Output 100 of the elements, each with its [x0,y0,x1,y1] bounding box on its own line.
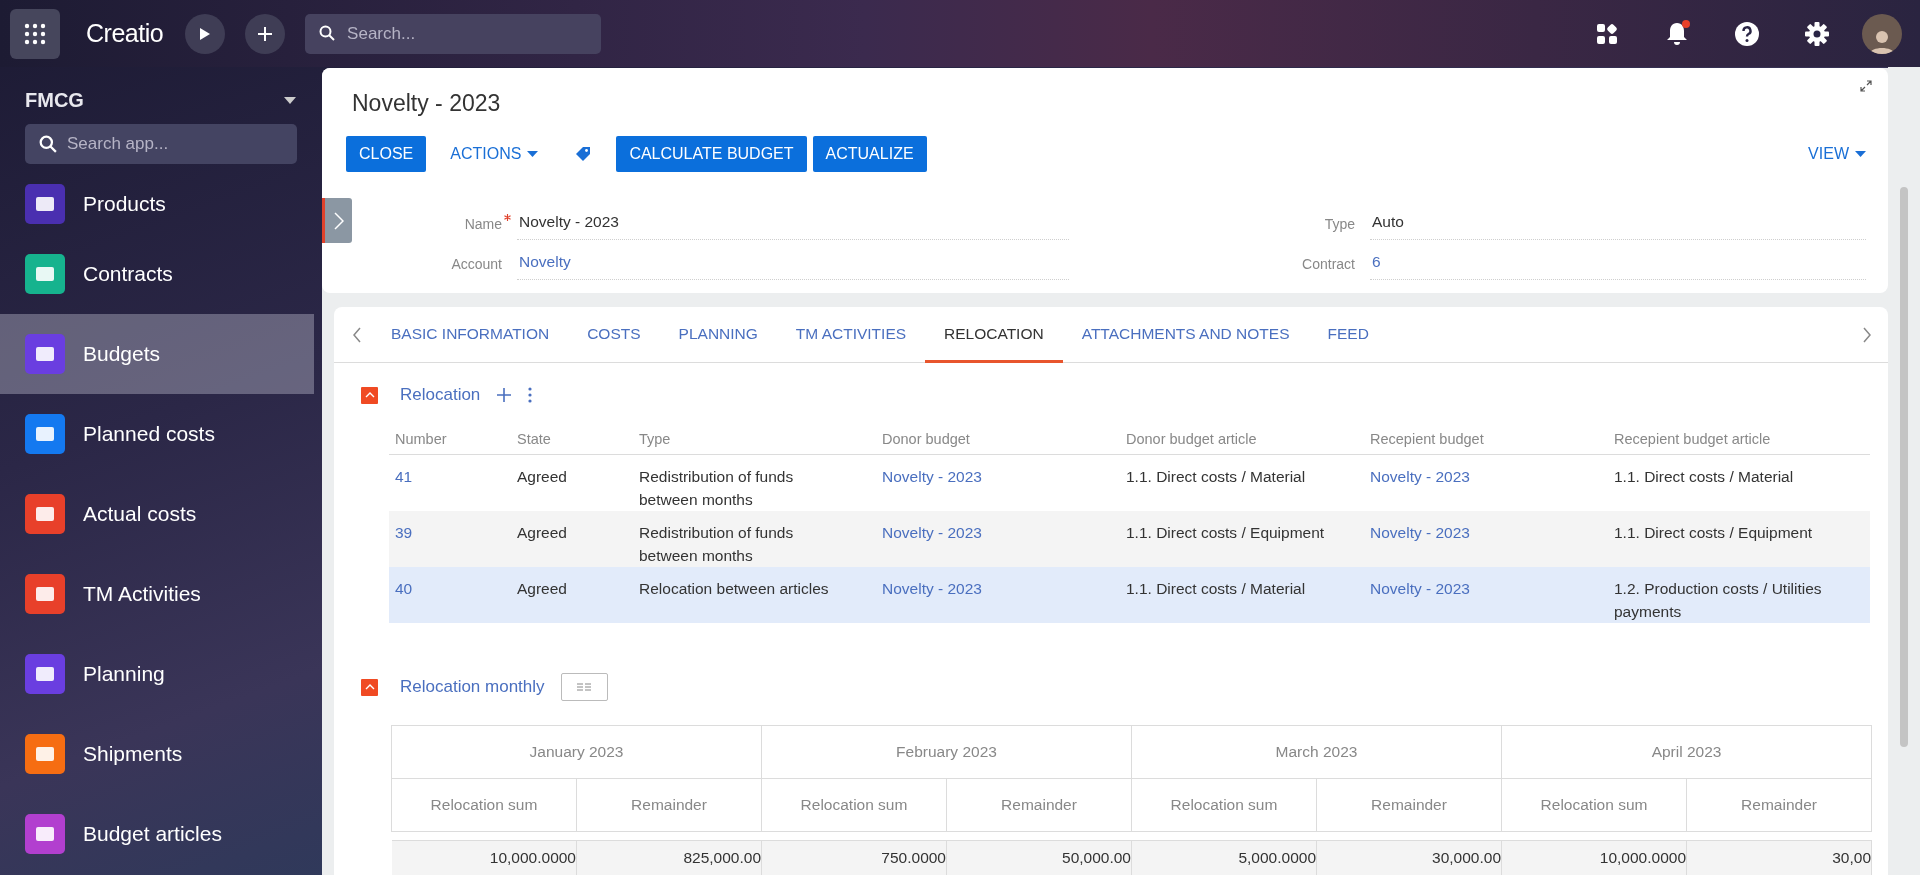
column-header: Remainder [1686,778,1872,832]
action-button[interactable]: CLOSE [346,136,427,172]
tab[interactable]: BASIC INFORMATION [372,307,569,363]
column-header[interactable]: Recepient budget article [1608,431,1870,447]
cell-link[interactable]: 39 [389,521,511,567]
view-menu-button[interactable]: VIEW [1790,136,1866,172]
month-header: February 2023 [761,725,1132,779]
plus-icon [258,26,273,41]
collapse-button[interactable] [361,678,378,696]
column-header[interactable]: Donor budget article [1120,431,1364,447]
actions-menu-button[interactable]: ACTIONS [432,136,555,172]
scrollbar-thumb[interactable] [1900,187,1908,747]
nav-item[interactable]: Contracts [0,234,314,314]
nav-item[interactable]: Actual costs [0,474,314,554]
app-search-field[interactable]: Search app... [25,124,297,164]
workspace-name[interactable]: FMCG [25,89,84,112]
field-label: Type [1323,216,1356,234]
caret-icon [1855,151,1866,157]
cell-link[interactable]: Novelty - 2023 [1364,465,1608,511]
cell-link[interactable]: 41 [389,465,511,511]
cell-link[interactable]: Novelty - 2023 [876,521,1120,567]
column-header[interactable]: Donor budget [876,431,1120,447]
table-cell-text: Redistribution of funds between months [638,467,795,510]
column-header: Relocation sum [1131,778,1317,832]
nav-item[interactable]: Budget articles [0,794,314,874]
column-header[interactable]: Number [389,431,511,447]
table-cell-text: 1.1. Direct costs / Equipment [1125,523,1326,543]
table-cell-text: 1.1. Direct costs / Equipment [1613,523,1814,543]
chevron-right-icon [333,211,344,230]
table-cell-text: 1.2. Production costs / Utilities payments [1613,579,1823,622]
table-row[interactable]: 39 Agreed Redistribution of funds between months Novelty - 2023 1.1. Direct costs / Equipment Novelty - 2023 1.1. Direct costs / Equipment [389,511,1870,567]
nav-item[interactable]: TM Activities [0,554,314,634]
column-header: Relocation sum [1501,778,1687,832]
nav-item[interactable]: Planning [0,634,314,714]
chevron-icon [364,392,375,398]
nav-item[interactable]: Products [0,174,314,234]
table-cell-text: Redistribution of funds between months [638,523,795,566]
tab[interactable]: RELOCATION [925,307,1063,363]
cell-link[interactable]: Novelty - 2023 [1364,577,1608,623]
panel-toggle-button[interactable] [322,198,352,243]
section-title[interactable]: Relocation monthly [400,677,545,697]
tag-icon [575,146,592,162]
table-cell: 825,000.00 [576,840,762,875]
grid-icon [24,22,46,45]
tab[interactable]: COSTS [568,307,660,363]
tab[interactable]: PLANNING [659,307,777,363]
cell-link[interactable]: Novelty - 2023 [1364,521,1608,567]
field-label: Account [450,256,503,274]
more-icon[interactable] [528,387,533,403]
cell-link[interactable]: Novelty - 2023 [876,465,1120,511]
caret-icon[interactable] [284,97,296,104]
widgets-icon [1596,22,1618,45]
search-field[interactable]: Search... [305,13,602,54]
action-button[interactable]: CALCULATE BUDGET [616,136,807,172]
collapse-button[interactable] [361,386,378,404]
chevron-left-icon[interactable] [352,326,362,343]
expand-icon[interactable] [1860,80,1872,92]
table-cell: 5,000.0000 [1131,840,1317,875]
column-header: Remainder [946,778,1132,832]
record-title: Novelty - 2023 [352,90,501,117]
nav-item[interactable]: Budgets [0,314,314,394]
table-cell: 50,000.00 [946,840,1132,875]
settings-icon [1804,20,1830,47]
search-icon [39,135,57,153]
field-link[interactable]: 6 [1370,253,1866,280]
table-row[interactable]: 40 Agreed Relocation between articles Novelty - 2023 1.1. Direct costs / Material Novelty - 2023 1.2. Production costs / Utilities payments [389,567,1870,623]
nav-item[interactable]: Planned costs [0,394,314,474]
column-header[interactable]: Type [633,431,876,447]
app-grid-button[interactable] [10,8,60,59]
table-row[interactable]: 41 Agreed Redistribution of funds between months Novelty - 2023 1.1. Direct costs / Material Novelty - 2023 1.1. Direct costs / Material [389,455,1870,511]
tab[interactable]: FEED [1308,307,1388,363]
column-header[interactable]: Recepient budget [1364,431,1608,447]
caret-icon [527,151,539,157]
field-value: Novelty - 2023 [517,213,1069,240]
chevron-right-icon[interactable] [1862,326,1872,343]
cell-link[interactable]: 40 [389,577,511,623]
action-button[interactable]: ACTUALIZE [812,136,927,172]
table-cell: 10,000.0000 [391,840,577,875]
table-cell-text: Relocation between articles [638,579,830,599]
nav-item[interactable]: Shipments [0,714,314,794]
avatar[interactable] [1862,13,1902,54]
table-cell: 30,000.00 [1316,840,1502,875]
column-header: Relocation sum [391,778,577,832]
section-title[interactable]: Relocation [400,385,481,405]
cell-link[interactable]: Novelty - 2023 [876,577,1120,623]
field-link[interactable]: Novelty [517,253,1069,280]
table-cell-text: 1.1. Direct costs / Material [1125,579,1307,599]
help-icon [1734,20,1760,47]
month-header: March 2023 [1131,725,1502,779]
search-icon [319,24,336,41]
column-header[interactable]: State [511,431,633,447]
table-cell-text: 1.1. Direct costs / Material [1125,467,1307,487]
table-cell: 30,00 [1686,840,1872,875]
plus-icon[interactable] [496,387,513,403]
tab[interactable]: TM ACTIVITIES [776,307,926,363]
column-header: Remainder [1316,778,1502,832]
tab[interactable]: ATTACHMENTS AND NOTES [1062,307,1309,363]
play-icon [199,26,212,41]
table-cell: 10,000.0000 [1501,840,1687,875]
chevron-icon [364,684,375,690]
